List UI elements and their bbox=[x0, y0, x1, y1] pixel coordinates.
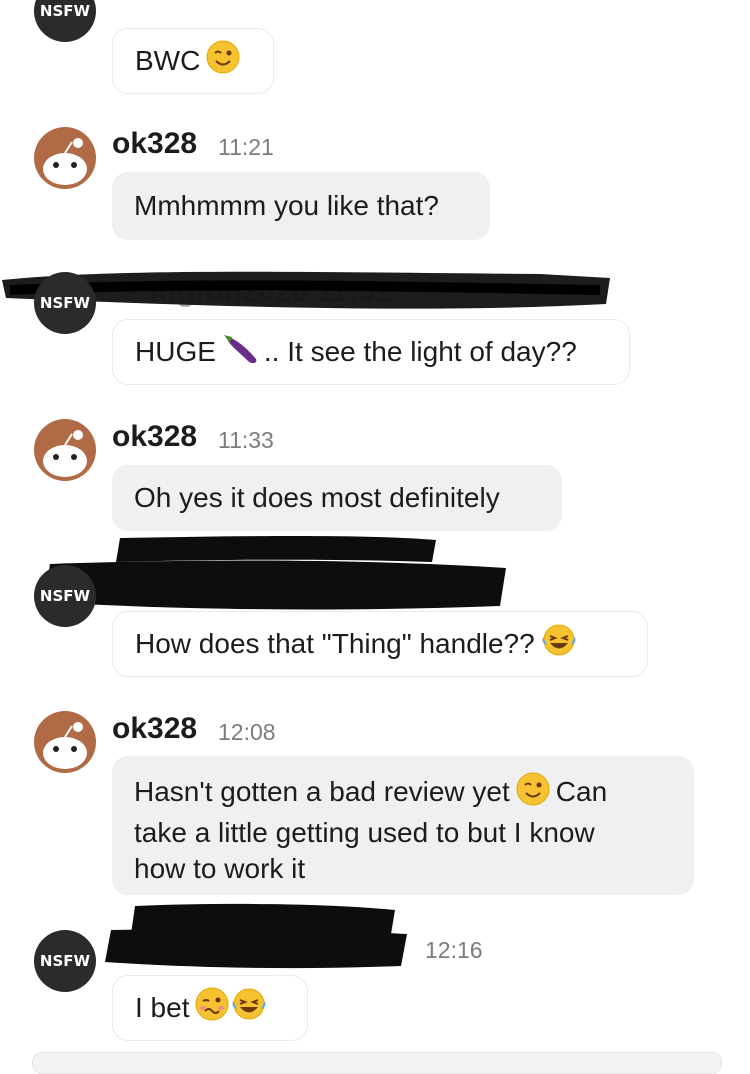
wink-emoji-icon bbox=[206, 40, 240, 83]
message-text: HUGE bbox=[135, 336, 216, 367]
eggplant-emoji-icon bbox=[222, 331, 262, 374]
message-bubble: BWC bbox=[112, 28, 274, 94]
message-time: 11:33 bbox=[218, 427, 274, 453]
message-text: Mmhmmm you like that? bbox=[134, 190, 439, 221]
avatar-snoo[interactable] bbox=[34, 711, 96, 773]
redaction-scribble bbox=[105, 903, 407, 969]
woozy-emoji-icon bbox=[195, 987, 229, 1030]
avatar-snoo[interactable] bbox=[34, 419, 96, 481]
message-text-line: how to work it bbox=[134, 853, 306, 884]
message-bubble: Oh yes it does most definitely bbox=[112, 465, 562, 531]
author-name[interactable]: ok328 bbox=[112, 127, 197, 161]
message-bubble: Hasn't gotten a bad review yet Can take a… bbox=[112, 756, 694, 895]
message-bubble: I bet bbox=[112, 975, 308, 1041]
avatar-nsfw[interactable]: NSFW bbox=[34, 565, 96, 627]
message-text-after: .. It see the light of day?? bbox=[263, 336, 577, 367]
avatar-nsfw[interactable]: NSFW bbox=[34, 272, 96, 334]
avatar-nsfw[interactable]: NSFW bbox=[34, 0, 96, 42]
message-bubble: How does that "Thing" handle?? bbox=[112, 611, 648, 677]
message-text: BWC bbox=[135, 45, 201, 76]
author-name[interactable]: ok328 bbox=[112, 712, 197, 746]
message-bubble: Mmhmmm you like that? bbox=[112, 172, 490, 240]
author-name[interactable]: ok328 bbox=[112, 420, 197, 454]
message-composer-input[interactable] bbox=[32, 1052, 722, 1074]
message-text: Oh yes it does most definitely bbox=[134, 482, 500, 513]
message-text: I bet bbox=[135, 992, 190, 1023]
message-text: How does that "Thing" handle?? bbox=[135, 628, 535, 659]
message-text-line: Hasn't gotten a bad review yet bbox=[134, 775, 510, 807]
message-time: 12:08 bbox=[218, 719, 276, 745]
message-text-line: take a little getting used to but I know bbox=[134, 817, 595, 848]
wink-emoji-icon bbox=[516, 772, 550, 815]
laughing-tears-emoji-icon bbox=[231, 987, 267, 1030]
message-time: 11:21 bbox=[218, 134, 274, 160]
avatar-nsfw[interactable]: NSFW bbox=[34, 930, 96, 992]
laughing-tears-emoji-icon bbox=[541, 623, 577, 666]
avatar-snoo[interactable] bbox=[34, 127, 96, 189]
message-text-line: Can bbox=[555, 775, 608, 807]
message-time: 12:16 bbox=[425, 937, 483, 963]
message-text-block: Hasn't gotten a bad review yet Can take a… bbox=[134, 772, 607, 887]
message-bubble: HUGE .. It see the light of day?? bbox=[112, 319, 630, 385]
